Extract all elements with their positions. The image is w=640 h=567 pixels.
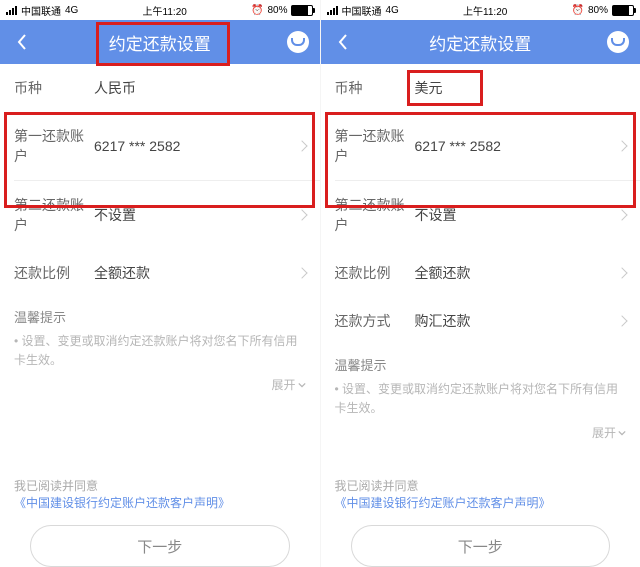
battery-pct: 80% bbox=[267, 5, 287, 16]
carrier: 中国联通 bbox=[21, 3, 61, 18]
carrier: 中国联通 bbox=[342, 3, 382, 18]
service-button[interactable] bbox=[276, 31, 320, 53]
page-title: 约定还款设置 bbox=[365, 30, 597, 55]
account2-label: 第二还款账户 bbox=[335, 195, 415, 235]
ratio-label: 还款比例 bbox=[14, 263, 94, 283]
back-button[interactable] bbox=[0, 33, 44, 51]
account2-label: 第二还款账户 bbox=[14, 195, 94, 235]
account1-value: 6217 *** 2582 bbox=[415, 138, 501, 154]
account1-label: 第一还款账户 bbox=[335, 126, 415, 166]
tips-line: • 设置、变更或取消约定还款账户将对您名下所有信用卡生效。 bbox=[335, 380, 627, 418]
tips-title: 温馨提示 bbox=[14, 307, 306, 326]
account2-value: 不设置 bbox=[94, 205, 136, 225]
currency-value: 美元 bbox=[415, 78, 443, 98]
battery-icon bbox=[612, 5, 634, 16]
battery-icon bbox=[291, 5, 313, 16]
row-method[interactable]: 还款方式 购汇还款 bbox=[321, 297, 640, 345]
alarm-icon: ⏰ bbox=[251, 5, 263, 16]
tips-title: 温馨提示 bbox=[335, 355, 627, 374]
account1-label: 第一还款账户 bbox=[14, 126, 94, 166]
ratio-label: 还款比例 bbox=[335, 263, 415, 283]
row-account-2[interactable]: 第二还款账户 不设置 bbox=[0, 181, 320, 249]
ratio-value: 全额还款 bbox=[94, 263, 150, 283]
tips: 温馨提示 • 设置、变更或取消约定还款账户将对您名下所有信用卡生效。 bbox=[321, 345, 640, 422]
agreement: 我已阅读并同意 《中国建设银行约定账户还款客户声明》 bbox=[321, 477, 640, 511]
service-icon bbox=[287, 31, 309, 53]
next-button[interactable]: 下一步 bbox=[351, 525, 611, 567]
row-ratio[interactable]: 还款比例 全额还款 bbox=[0, 249, 320, 297]
currency-label: 币种 bbox=[14, 78, 94, 98]
agree-text: 我已阅读并同意 bbox=[14, 479, 98, 493]
status-bar: 中国联通 4G 上午11:20 ⏰ 80% bbox=[321, 0, 640, 20]
row-account-2[interactable]: 第二还款账户 不设置 bbox=[321, 181, 640, 249]
network: 4G bbox=[386, 5, 399, 16]
account2-value: 不设置 bbox=[415, 205, 457, 225]
row-account-1[interactable]: 第一还款账户 6217 *** 2582 bbox=[321, 112, 640, 180]
service-button[interactable] bbox=[596, 31, 640, 53]
service-icon bbox=[607, 31, 629, 53]
currency-label: 币种 bbox=[335, 78, 415, 98]
tips: 温馨提示 • 设置、变更或取消约定还款账户将对您名下所有信用卡生效。 bbox=[0, 297, 320, 374]
signal-icon bbox=[6, 6, 17, 15]
chevron-down-icon bbox=[298, 381, 306, 389]
tips-expand[interactable]: 展开 bbox=[321, 422, 640, 449]
method-value: 购汇还款 bbox=[415, 311, 471, 331]
navbar: 约定还款设置 bbox=[321, 20, 640, 64]
battery-pct: 80% bbox=[588, 5, 608, 16]
back-button[interactable] bbox=[321, 33, 365, 51]
ratio-value: 全额还款 bbox=[415, 263, 471, 283]
network: 4G bbox=[65, 5, 78, 16]
currency-value: 人民币 bbox=[94, 78, 136, 98]
tips-expand[interactable]: 展开 bbox=[0, 374, 320, 401]
agree-text: 我已阅读并同意 bbox=[335, 479, 419, 493]
method-label: 还款方式 bbox=[335, 311, 415, 331]
agree-link[interactable]: 《中国建设银行约定账户还款客户声明》 bbox=[14, 496, 230, 510]
signal-icon bbox=[327, 6, 338, 15]
phone-right: 中国联通 4G 上午11:20 ⏰ 80% 约定还款设置 币种 美元 第一还款账… bbox=[320, 0, 640, 567]
next-button[interactable]: 下一步 bbox=[30, 525, 290, 567]
phone-left: 中国联通 4G 上午11:20 ⏰ 80% 约定还款设置 币种 人民币 第一还款… bbox=[0, 0, 320, 567]
clock: 上午11:20 bbox=[463, 3, 507, 18]
chevron-down-icon bbox=[618, 429, 626, 437]
agree-link[interactable]: 《中国建设银行约定账户还款客户声明》 bbox=[335, 496, 551, 510]
page-title: 约定还款设置 bbox=[44, 30, 276, 55]
account1-value: 6217 *** 2582 bbox=[94, 138, 180, 154]
tips-line: • 设置、变更或取消约定还款账户将对您名下所有信用卡生效。 bbox=[14, 332, 306, 370]
alarm-icon: ⏰ bbox=[572, 5, 584, 16]
row-account-1[interactable]: 第一还款账户 6217 *** 2582 bbox=[0, 112, 320, 180]
row-currency: 币种 人民币 bbox=[0, 64, 320, 112]
navbar: 约定还款设置 bbox=[0, 20, 320, 64]
status-bar: 中国联通 4G 上午11:20 ⏰ 80% bbox=[0, 0, 320, 20]
agreement: 我已阅读并同意 《中国建设银行约定账户还款客户声明》 bbox=[0, 477, 320, 511]
row-ratio[interactable]: 还款比例 全额还款 bbox=[321, 249, 640, 297]
row-currency: 币种 美元 bbox=[321, 64, 640, 112]
clock: 上午11:20 bbox=[143, 3, 187, 18]
